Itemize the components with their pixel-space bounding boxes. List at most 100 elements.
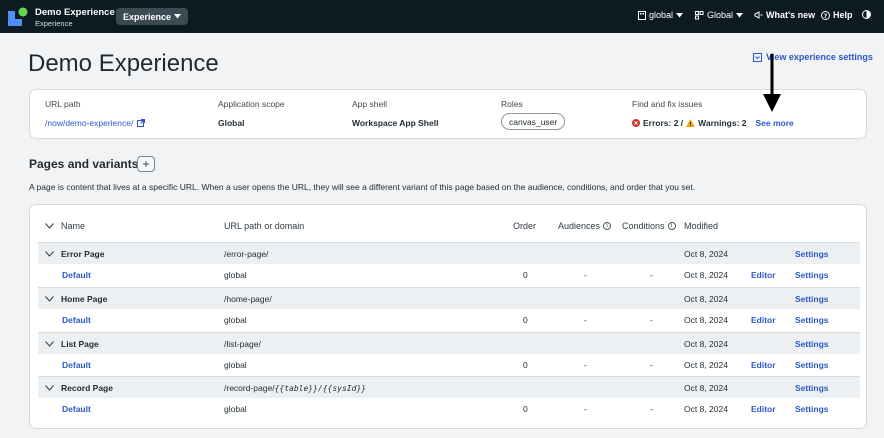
whats-new-label: What's new — [766, 10, 816, 20]
page-settings-link[interactable]: Settings — [795, 249, 829, 259]
page-row[interactable]: List Page /list-page/ Oct 8, 2024 Settin… — [38, 332, 860, 354]
chevron-down-icon[interactable] — [45, 385, 54, 391]
variant-row: Default global 0 - - Oct 8, 2024 Editor … — [38, 264, 860, 286]
logo-icon — [8, 7, 28, 26]
app-name: Demo Experience — [35, 7, 115, 18]
arrow-down-annotation — [763, 54, 781, 112]
variant-url: global — [224, 270, 247, 280]
issues-label: Find and fix issues — [632, 99, 703, 109]
svg-text:?: ? — [824, 13, 828, 20]
experience-menu-label: Experience — [123, 11, 172, 22]
page-settings-link[interactable]: Settings — [795, 339, 829, 349]
chevron-down-icon[interactable] — [45, 341, 54, 347]
info-icon[interactable]: i — [667, 222, 676, 230]
page-url: /list-page/ — [224, 339, 261, 349]
external-link-icon — [137, 119, 146, 127]
column-header-name[interactable]: Name — [45, 221, 85, 231]
variant-audiences: - — [584, 404, 587, 414]
page-url-params: {{table}}/{{sysId}} — [274, 384, 367, 393]
variant-settings-link[interactable]: Settings — [795, 315, 829, 325]
page-settings-link[interactable]: Settings — [795, 294, 829, 304]
page-url: /home-page/ — [224, 294, 272, 304]
pages-section-title: Pages and variants — [29, 157, 139, 171]
chevron-down-icon[interactable] — [45, 296, 54, 302]
page-name: List Page — [61, 339, 99, 349]
help-icon: ? — [821, 10, 830, 20]
variant-order: 0 — [523, 270, 528, 280]
experience-menu-button[interactable]: Experience — [116, 8, 189, 25]
see-more-link[interactable]: See more — [755, 118, 793, 128]
variant-row: Default global 0 - - Oct 8, 2024 Editor … — [38, 398, 860, 420]
variant-conditions: - — [650, 404, 653, 414]
whats-new-button[interactable]: What's new — [754, 10, 815, 20]
page-row[interactable]: Home Page /home-page/ Oct 8, 2024 Settin… — [38, 287, 860, 309]
variant-settings-link[interactable]: Settings — [795, 270, 829, 280]
app-scope-label: Application scope — [218, 99, 285, 109]
scope-selector[interactable]: global — [638, 10, 684, 20]
variant-order: 0 — [523, 360, 528, 370]
variant-row: Default global 0 - - Oct 8, 2024 Editor … — [38, 354, 860, 376]
add-page-button[interactable]: + — [137, 156, 155, 172]
variant-order: 0 — [523, 404, 528, 414]
help-label: Help — [833, 10, 853, 20]
page-name: Home Page — [61, 294, 108, 304]
variant-name-link[interactable]: Default — [62, 315, 91, 325]
variant-editor-link[interactable]: Editor — [751, 270, 776, 280]
variant-editor-link[interactable]: Editor — [751, 315, 776, 325]
error-icon — [632, 119, 640, 127]
variant-modified: Oct 8, 2024 — [684, 270, 728, 280]
page-url: /error-page/ — [224, 249, 269, 259]
variant-name-link[interactable]: Default — [62, 270, 91, 280]
url-path-link[interactable]: /now/demo-experience/ — [45, 118, 146, 128]
pages-table: Name URL path or domain Order Audiences … — [29, 204, 867, 429]
pages-description: A page is content that lives at a specif… — [29, 182, 696, 192]
column-audiences-label: Audiences — [558, 221, 601, 231]
variant-editor-link[interactable]: Editor — [751, 360, 776, 370]
variant-audiences: - — [584, 315, 587, 325]
column-conditions-label: Conditions — [622, 221, 665, 231]
chevron-down-icon[interactable] — [45, 251, 54, 257]
variant-order: 0 — [523, 315, 528, 325]
chevron-down-icon — [676, 12, 684, 17]
page-row[interactable]: Error Page /error-page/ Oct 8, 2024 Sett… — [38, 242, 860, 264]
variant-settings-link[interactable]: Settings — [795, 404, 829, 414]
variant-editor-link[interactable]: Editor — [751, 404, 776, 414]
app-icon — [695, 10, 704, 19]
variant-url: global — [224, 360, 247, 370]
page-modified: Oct 8, 2024 — [684, 339, 728, 349]
warnings-count: Warnings: 2 — [698, 118, 747, 128]
variant-conditions: - — [650, 360, 653, 370]
column-header-conditions: Conditions i — [622, 221, 676, 231]
info-icon[interactable]: i — [603, 222, 612, 230]
variant-audiences: - — [584, 360, 587, 370]
variant-name-link[interactable]: Default — [62, 404, 91, 414]
url-path-value: /now/demo-experience/ — [45, 118, 134, 128]
page-row[interactable]: Record Page /record-page/ {{table}}/{{sy… — [38, 376, 860, 398]
app-shell-value: Workspace App Shell — [352, 118, 439, 128]
role-chip: canvas_user — [501, 113, 566, 130]
variant-modified: Oct 8, 2024 — [684, 404, 728, 414]
page-url: /record-page/ {{table}}/{{sysId}} — [224, 383, 366, 393]
app-scope-value: Global — [218, 118, 245, 128]
page-modified: Oct 8, 2024 — [684, 294, 728, 304]
column-header-modified: Modified — [684, 221, 719, 231]
variant-settings-link[interactable]: Settings — [795, 360, 829, 370]
variant-url: global — [224, 315, 247, 325]
issues-summary: Errors: 2 / Warnings: 2 See more — [632, 118, 794, 128]
top-bar: Demo Experience Experience Experience gl… — [0, 0, 884, 33]
app-shell-label: App shell — [352, 99, 387, 109]
scope-label: global — [649, 10, 674, 20]
building-icon — [638, 10, 646, 20]
variant-conditions: - — [650, 270, 653, 280]
application-selector[interactable]: Global — [695, 10, 744, 20]
errors-count: Errors: 2 / — [643, 118, 684, 128]
page-url-prefix: /record-page/ — [224, 383, 275, 393]
theme-toggle[interactable] — [862, 10, 871, 19]
variant-modified: Oct 8, 2024 — [684, 315, 728, 325]
help-button[interactable]: ? Help — [821, 10, 853, 20]
warning-icon — [686, 119, 696, 127]
page-title: Demo Experience — [28, 50, 219, 77]
megaphone-icon — [754, 11, 763, 19]
page-settings-link[interactable]: Settings — [795, 383, 829, 393]
variant-name-link[interactable]: Default — [62, 360, 91, 370]
